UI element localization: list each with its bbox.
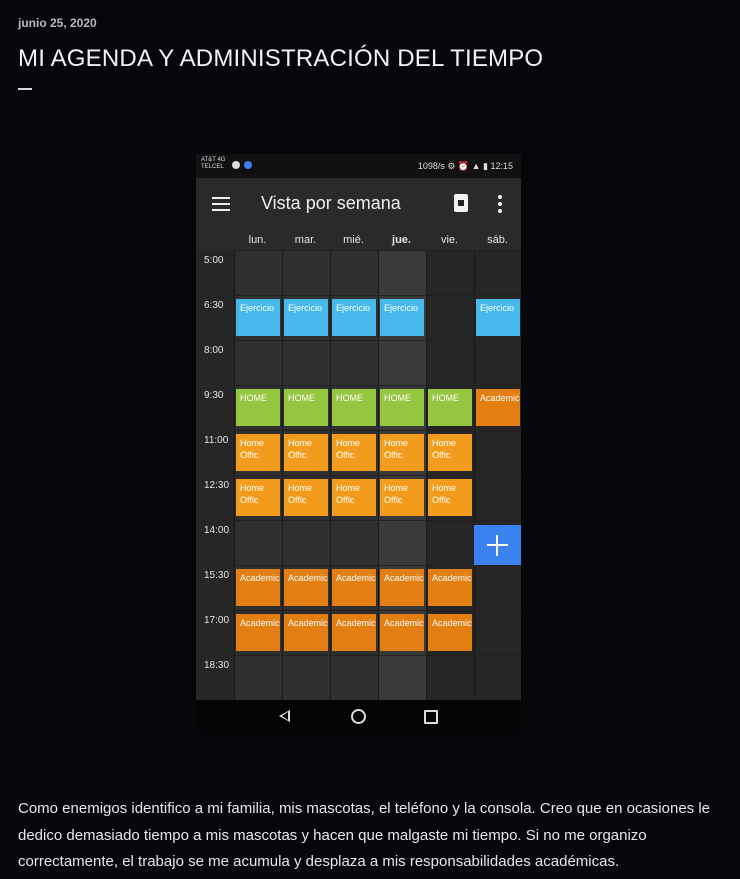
weekday-label: lun. — [248, 234, 267, 246]
post-date: junio 25, 2020 — [18, 16, 97, 30]
week-grid: 5:00 6:30 8:00 9:30 11:00 12:30 14:00 15:30 17:0… — [196, 250, 521, 700]
row-divider — [234, 565, 521, 566]
weekday-label: mar. — [294, 234, 317, 246]
status-bar: AT&T 4G TELCEL 1098/s ⚙ ⏰ ▲ ▮ 12:15 — [196, 154, 521, 178]
event-block[interactable]: HOME — [380, 389, 424, 426]
event-block[interactable]: Ejercicio — [236, 299, 280, 336]
weekday-label: jue. — [392, 234, 411, 246]
event-block[interactable]: Academico — [284, 569, 328, 606]
title-divider — [18, 88, 32, 90]
event-block[interactable]: Home Offic — [428, 434, 472, 471]
time-label: 14:00 — [204, 525, 230, 536]
event-block[interactable]: HOME — [332, 389, 376, 426]
event-block[interactable]: Ejercicio — [284, 299, 328, 336]
event-block[interactable]: Home Offic — [284, 434, 328, 471]
event-block[interactable]: Home Offic — [428, 479, 472, 516]
event-block[interactable]: Academico — [476, 389, 520, 426]
back-icon[interactable] — [279, 710, 290, 722]
weekday-header: lun. mar. mié. jue. vie. sáb. — [196, 232, 521, 250]
event-block[interactable]: Academico — [428, 569, 472, 606]
row-divider — [234, 475, 521, 476]
event-block[interactable]: Ejercicio — [380, 299, 424, 336]
time-label: 11:00 — [204, 435, 229, 446]
row-divider — [234, 655, 521, 656]
time-label: 9:30 — [204, 390, 224, 401]
time-label: 6:30 — [204, 300, 224, 311]
menu-icon[interactable] — [212, 197, 230, 211]
calendar-today-icon[interactable] — [454, 194, 468, 212]
row-divider — [234, 250, 521, 251]
row-divider — [234, 610, 521, 611]
row-divider — [234, 340, 521, 341]
event-block[interactable]: Home Offic — [332, 479, 376, 516]
event-block[interactable]: Home Offic — [236, 434, 280, 471]
event-block[interactable]: HOME — [236, 389, 280, 426]
app-bar: Vista por semana — [196, 178, 521, 232]
event-block[interactable]: Home Offic — [380, 434, 424, 471]
system-nav-bar — [196, 700, 521, 733]
add-icon[interactable] — [474, 525, 521, 565]
app-title: Vista por semana — [261, 193, 401, 213]
event-block[interactable]: Home Offic — [236, 479, 280, 516]
more-vert-icon[interactable] — [498, 195, 502, 213]
event-block[interactable]: Academico — [380, 569, 424, 606]
post-body: Como enemigos identifico a mi familia, m… — [18, 800, 711, 870]
carrier-label: AT&T 4G TELCEL — [201, 157, 226, 170]
row-divider — [234, 430, 521, 431]
weekday-label: sáb. — [487, 234, 508, 246]
recents-icon[interactable] — [424, 710, 438, 724]
event-block[interactable]: Home Offic — [284, 479, 328, 516]
time-label: 18:30 — [204, 660, 230, 671]
event-block[interactable]: Ejercicio — [332, 299, 376, 336]
event-block[interactable]: Academico — [380, 614, 424, 651]
post-title[interactable]: MI AGENDA Y ADMINISTRACIÓN DEL TIEMPO — [18, 45, 543, 73]
home-icon[interactable] — [351, 709, 366, 724]
row-divider — [234, 520, 521, 521]
event-block[interactable]: Academico — [284, 614, 328, 651]
time-label: 17:00 — [204, 615, 230, 626]
app-notification-icon — [244, 161, 252, 169]
notification-icon — [232, 161, 240, 169]
weekday-label: vie. — [440, 234, 459, 246]
time-label: 15:30 — [204, 570, 230, 581]
time-label: 8:00 — [204, 345, 224, 356]
event-block[interactable]: Academico — [332, 614, 376, 651]
event-block[interactable]: HOME — [284, 389, 328, 426]
event-block[interactable]: Academico — [332, 569, 376, 606]
weekday-label: mié. — [343, 234, 364, 246]
row-divider — [234, 295, 521, 296]
event-block[interactable]: Home Offic — [332, 434, 376, 471]
time-label: 12:30 — [204, 480, 230, 491]
event-block[interactable]: Ejercicio — [476, 299, 520, 336]
event-block[interactable]: Academico — [236, 614, 280, 651]
event-block[interactable]: HOME — [428, 389, 472, 426]
event-block[interactable]: Academico — [236, 569, 280, 606]
event-block[interactable]: Home Offic — [380, 479, 424, 516]
row-divider — [234, 385, 521, 386]
time-column: 5:00 6:30 8:00 9:30 11:00 12:30 14:00 15:30 17:0… — [196, 250, 234, 700]
agenda-screenshot: AT&T 4G TELCEL 1098/s ⚙ ⏰ ▲ ▮ 12:15 Vist… — [196, 154, 521, 733]
status-right: 1098/s ⚙ ⏰ ▲ ▮ 12:15 — [417, 161, 513, 171]
time-label: 5:00 — [204, 255, 224, 266]
event-block[interactable]: Academico — [428, 614, 472, 651]
